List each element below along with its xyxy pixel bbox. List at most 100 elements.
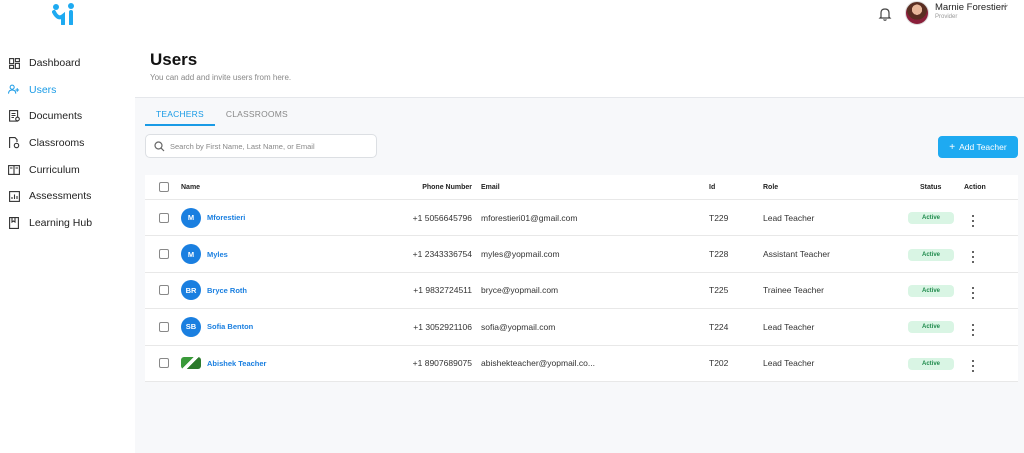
phone-cell: +1 9832724511 — [413, 285, 472, 296]
more-options-icon[interactable] — [968, 214, 978, 227]
teacher-name-link[interactable]: Mforestieri — [207, 213, 245, 222]
sidebar-item-classrooms[interactable]: Classrooms — [0, 130, 135, 157]
status-cell: Active — [908, 284, 954, 297]
search-icon — [154, 140, 165, 151]
documents-icon — [8, 110, 20, 123]
search-input[interactable] — [170, 141, 370, 151]
tab-bar: TEACHERS CLASSROOMS — [145, 104, 299, 126]
sidebar-item-label: Learning Hub — [29, 216, 93, 229]
sidebar-item-label: Documents — [29, 110, 83, 123]
phone-cell: +1 8907689075 — [412, 358, 472, 369]
user-role: Provider — [935, 14, 958, 20]
sidebar-item-label: Assessments — [29, 190, 92, 203]
users-table: Name Phone Number Email Id Role Status A… — [145, 175, 1018, 382]
name-cell: SB Sofia Benton — [181, 316, 253, 337]
table-row: Abishek Teacher +1 8907689075 abishektea… — [145, 346, 1018, 382]
sidebar-item-label: Users — [29, 83, 57, 96]
more-options-icon[interactable] — [968, 287, 978, 300]
role-cell: Lead Teacher — [763, 321, 815, 332]
sidebar-item-learning-hub[interactable]: Learning Hub — [0, 210, 135, 237]
sidebar-item-curriculum[interactable]: Curriculum — [0, 156, 135, 183]
add-teacher-label: Add Teacher — [959, 142, 1007, 152]
name-cell: Abishek Teacher — [181, 357, 266, 370]
sidebar-item-label: Classrooms — [29, 137, 85, 150]
curriculum-icon — [8, 164, 20, 176]
email-cell: bryce@yopmail.com — [481, 285, 559, 296]
top-bar: Marnie Forestieri Provider — [135, 0, 1024, 34]
sidebar-item-users[interactable]: Users — [0, 77, 135, 104]
action-cell — [964, 281, 978, 300]
column-header-status[interactable]: Status — [920, 184, 941, 191]
add-teacher-button[interactable]: + Add Teacher — [938, 136, 1018, 158]
sidebar-item-label: Dashboard — [29, 57, 81, 70]
avatar: M — [181, 207, 201, 228]
row-checkbox[interactable] — [159, 212, 169, 223]
page-title: Users — [150, 50, 198, 69]
column-header-id[interactable]: Id — [709, 184, 715, 191]
action-cell — [964, 245, 978, 264]
dashboard-icon — [8, 57, 20, 69]
page-subtitle: You can add and invite users from here. — [150, 73, 292, 82]
user-name[interactable]: Marnie Forestieri — [935, 2, 1006, 13]
table-row: M Myles +1 2343336754 myles@yopmail.com … — [145, 236, 1018, 273]
email-cell: myles@yopmail.com — [481, 249, 560, 260]
status-cell: Active — [908, 248, 954, 261]
role-cell: Assistant Teacher — [763, 249, 830, 260]
action-cell — [964, 318, 978, 336]
status-badge: Active — [908, 357, 954, 370]
user-avatar[interactable] — [905, 1, 929, 25]
avatar: SB — [181, 316, 201, 337]
email-cell: sofia@yopmail.com — [481, 321, 556, 332]
role-cell: Trainee Teacher — [763, 285, 824, 296]
row-checkbox[interactable] — [159, 358, 169, 369]
column-header-name[interactable]: Name — [181, 184, 200, 191]
table-header-row: Name Phone Number Email Id Role Status A… — [145, 175, 1018, 200]
teacher-name-link[interactable]: Bryce Roth — [207, 286, 247, 295]
id-cell: T224 — [709, 321, 729, 332]
sidebar-item-assessments[interactable]: Assessments — [0, 183, 135, 210]
learning-hub-icon — [8, 216, 20, 229]
page-header: Users You can add and invite users from … — [135, 34, 1024, 98]
status-cell: Active — [908, 211, 954, 225]
more-options-icon[interactable] — [968, 360, 978, 373]
tab-teachers[interactable]: TEACHERS — [145, 104, 215, 126]
row-checkbox[interactable] — [159, 285, 169, 296]
column-header-role[interactable]: Role — [763, 184, 778, 191]
tab-classrooms[interactable]: CLASSROOMS — [215, 104, 299, 126]
chevron-down-icon[interactable] — [1001, 2, 1009, 10]
teacher-name-link[interactable]: Myles — [207, 250, 228, 259]
role-cell: Lead Teacher — [763, 358, 815, 369]
row-checkbox[interactable] — [159, 249, 169, 260]
teacher-name-link[interactable]: Abishek Teacher — [207, 359, 266, 368]
column-header-action: Action — [964, 183, 986, 191]
action-cell — [964, 209, 978, 227]
name-cell: BR Bryce Roth — [181, 280, 247, 301]
sidebar-item-dashboard[interactable]: Dashboard — [0, 50, 135, 77]
app-logo[interactable] — [52, 3, 76, 25]
status-badge: Active — [908, 321, 954, 334]
notification-bell-icon[interactable] — [877, 6, 893, 22]
teacher-name-link[interactable]: Sofia Benton — [207, 322, 253, 331]
sidebar-item-label: Curriculum — [29, 163, 80, 176]
name-cell: M Mforestieri — [181, 207, 245, 228]
phone-cell: +1 5056645796 — [412, 212, 472, 223]
more-options-icon[interactable] — [968, 323, 978, 336]
avatar-photo — [181, 357, 201, 370]
more-options-icon[interactable] — [968, 251, 978, 264]
sidebar-item-documents[interactable]: Documents — [0, 103, 135, 130]
table-row: SB Sofia Benton +1 3052921106 sofia@yopm… — [145, 309, 1018, 346]
select-all-checkbox[interactable] — [159, 182, 169, 192]
search-box — [145, 134, 377, 158]
avatar: M — [181, 244, 201, 265]
role-cell: Lead Teacher — [763, 212, 815, 223]
phone-cell: +1 3052921106 — [413, 321, 472, 332]
row-checkbox[interactable] — [159, 321, 169, 332]
column-header-phone[interactable]: Phone Number — [422, 184, 472, 191]
sidebar-nav: Dashboard Users Documents Classrooms Cur… — [0, 50, 135, 236]
email-cell: abishekteacher@yopmail.co... — [481, 358, 595, 369]
assessments-icon — [8, 190, 20, 202]
status-badge: Active — [908, 284, 954, 297]
status-badge: Active — [908, 248, 954, 261]
id-cell: T229 — [709, 212, 729, 223]
column-header-email[interactable]: Email — [481, 184, 500, 191]
